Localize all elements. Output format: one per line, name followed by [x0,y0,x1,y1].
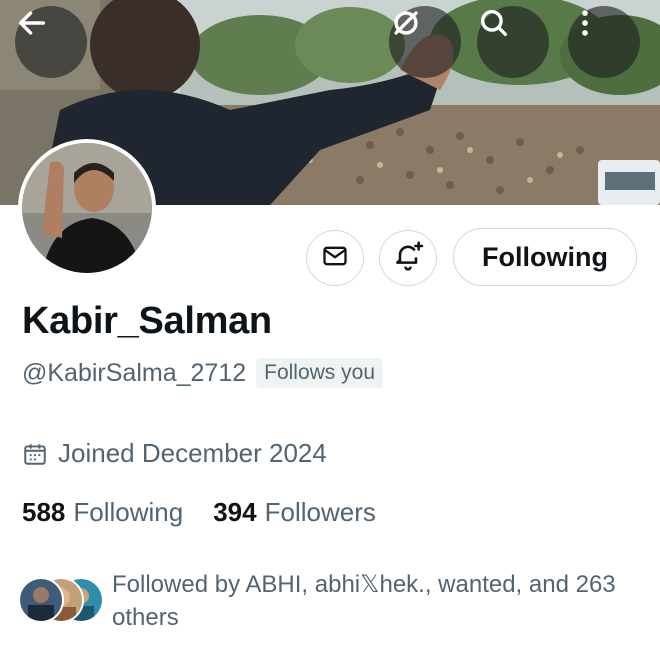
mini-avatar [18,577,64,623]
handle-row: @KabirSalma_2712 Follows you [22,358,384,388]
followers-you-know-avatars [18,577,104,623]
following-stat[interactable]: 588 Following [22,497,183,528]
followers-label: Followers [264,497,376,527]
profile-avatar[interactable] [18,139,156,277]
follows-you-badge: Follows you [256,358,384,388]
followers-stat[interactable]: 394 Followers [213,497,376,528]
message-button[interactable] [306,230,364,286]
joined-date: Joined December 2024 [22,438,327,469]
avatar-image [22,143,152,273]
calendar-icon [22,441,48,467]
following-label: Following [73,497,184,527]
following-count: 588 [22,497,66,527]
notifications-button[interactable] [379,230,437,286]
follow-stats: 588 Following 394 Followers [22,497,376,528]
envelope-icon [321,242,349,275]
grok-button[interactable] [389,6,461,78]
followed-by-text: Followed by ABHI, abhi𝕏hek., wanted, and… [112,571,616,631]
profile-name: Kabir_Salman [22,300,272,342]
profile-handle: @KabirSalma_2712 [22,358,247,387]
back-button[interactable] [15,6,87,78]
search-button[interactable] [477,6,549,78]
bell-plus-icon [392,240,424,277]
followers-count: 394 [213,497,257,527]
following-button[interactable]: Following [453,228,637,286]
more-button[interactable] [568,6,640,78]
joined-text: Joined December 2024 [58,438,327,468]
